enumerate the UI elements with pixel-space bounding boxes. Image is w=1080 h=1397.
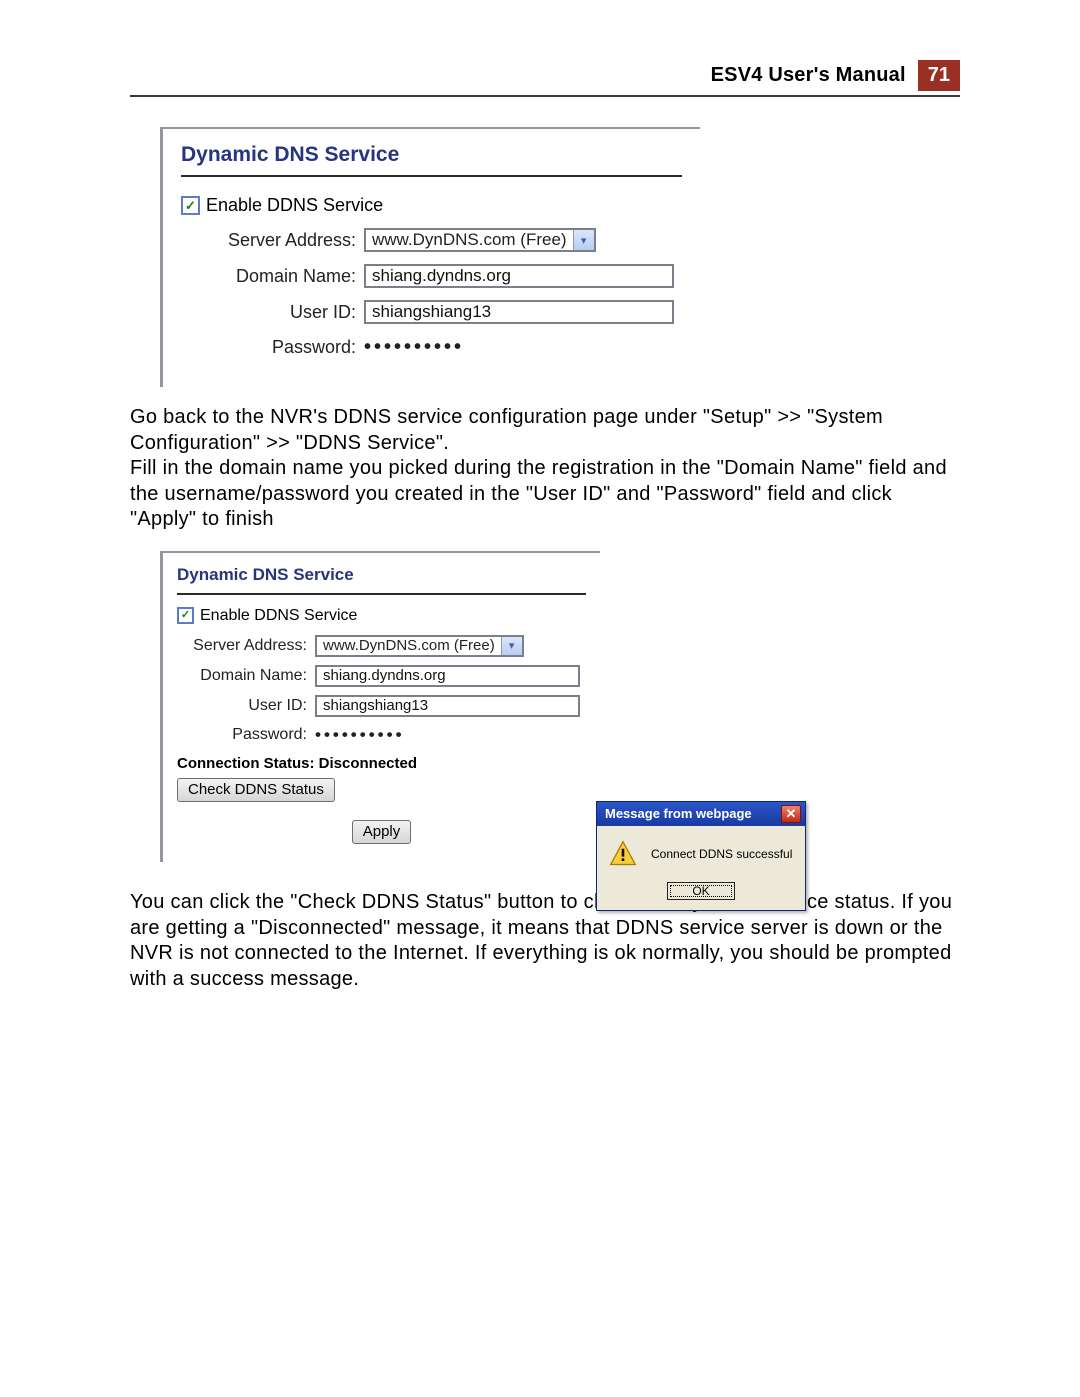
- user-id-label: User ID:: [181, 302, 356, 323]
- user-id-input-2[interactable]: [315, 695, 580, 717]
- enable-ddns-checkbox[interactable]: ✓: [181, 196, 200, 215]
- check-ddns-status-button[interactable]: Check DDNS Status: [177, 778, 335, 802]
- popup-message: Connect DDNS successful: [651, 847, 792, 861]
- enable-ddns-checkbox-2[interactable]: ✓: [177, 607, 194, 624]
- domain-name-input-2[interactable]: [315, 665, 580, 687]
- password-label: Password:: [181, 337, 356, 358]
- domain-name-label: Domain Name:: [181, 266, 356, 287]
- server-address-value: www.DynDNS.com (Free): [366, 230, 573, 250]
- message-popup: Message from webpage ✕ Connect DDNS succ…: [596, 801, 806, 911]
- instruction-paragraph-1: Go back to the NVR's DDNS service config…: [130, 405, 960, 533]
- instruction-paragraph-2: You can click the "Check DDNS Status" bu…: [130, 890, 960, 992]
- server-address-label: Server Address:: [181, 230, 356, 251]
- enable-ddns-label: Enable DDNS Service: [206, 195, 383, 216]
- server-address-select-2[interactable]: www.DynDNS.com (Free) ▾: [315, 635, 524, 657]
- close-icon[interactable]: ✕: [781, 805, 801, 823]
- password-input[interactable]: ••••••••••: [364, 336, 464, 359]
- enable-ddns-label-2: Enable DDNS Service: [200, 607, 357, 625]
- user-id-input[interactable]: [364, 300, 674, 324]
- doc-title: ESV4 User's Manual: [711, 64, 906, 87]
- user-id-label-2: User ID:: [177, 697, 307, 715]
- panel-title: Dynamic DNS Service: [181, 143, 682, 177]
- apply-button[interactable]: Apply: [352, 820, 412, 844]
- connection-status-label: Connection Status:: [177, 755, 315, 772]
- page-number: 71: [918, 60, 960, 91]
- connection-status-value: Disconnected: [319, 755, 417, 772]
- popup-title: Message from webpage: [605, 806, 752, 821]
- dropdown-arrow-icon[interactable]: ▾: [573, 230, 594, 250]
- domain-name-label-2: Domain Name:: [177, 667, 307, 685]
- warning-icon: [609, 840, 637, 868]
- password-input-2[interactable]: ••••••••••: [315, 725, 405, 745]
- server-address-select[interactable]: www.DynDNS.com (Free) ▾: [364, 228, 596, 252]
- header-rule: [130, 95, 960, 97]
- domain-name-input[interactable]: [364, 264, 674, 288]
- password-label-2: Password:: [177, 726, 307, 744]
- dropdown-arrow-icon-2[interactable]: ▾: [501, 637, 522, 655]
- server-address-label-2: Server Address:: [177, 637, 307, 655]
- server-address-value-2: www.DynDNS.com (Free): [317, 637, 501, 655]
- panel-title-2: Dynamic DNS Service: [177, 565, 586, 595]
- popup-ok-button[interactable]: OK: [667, 882, 734, 900]
